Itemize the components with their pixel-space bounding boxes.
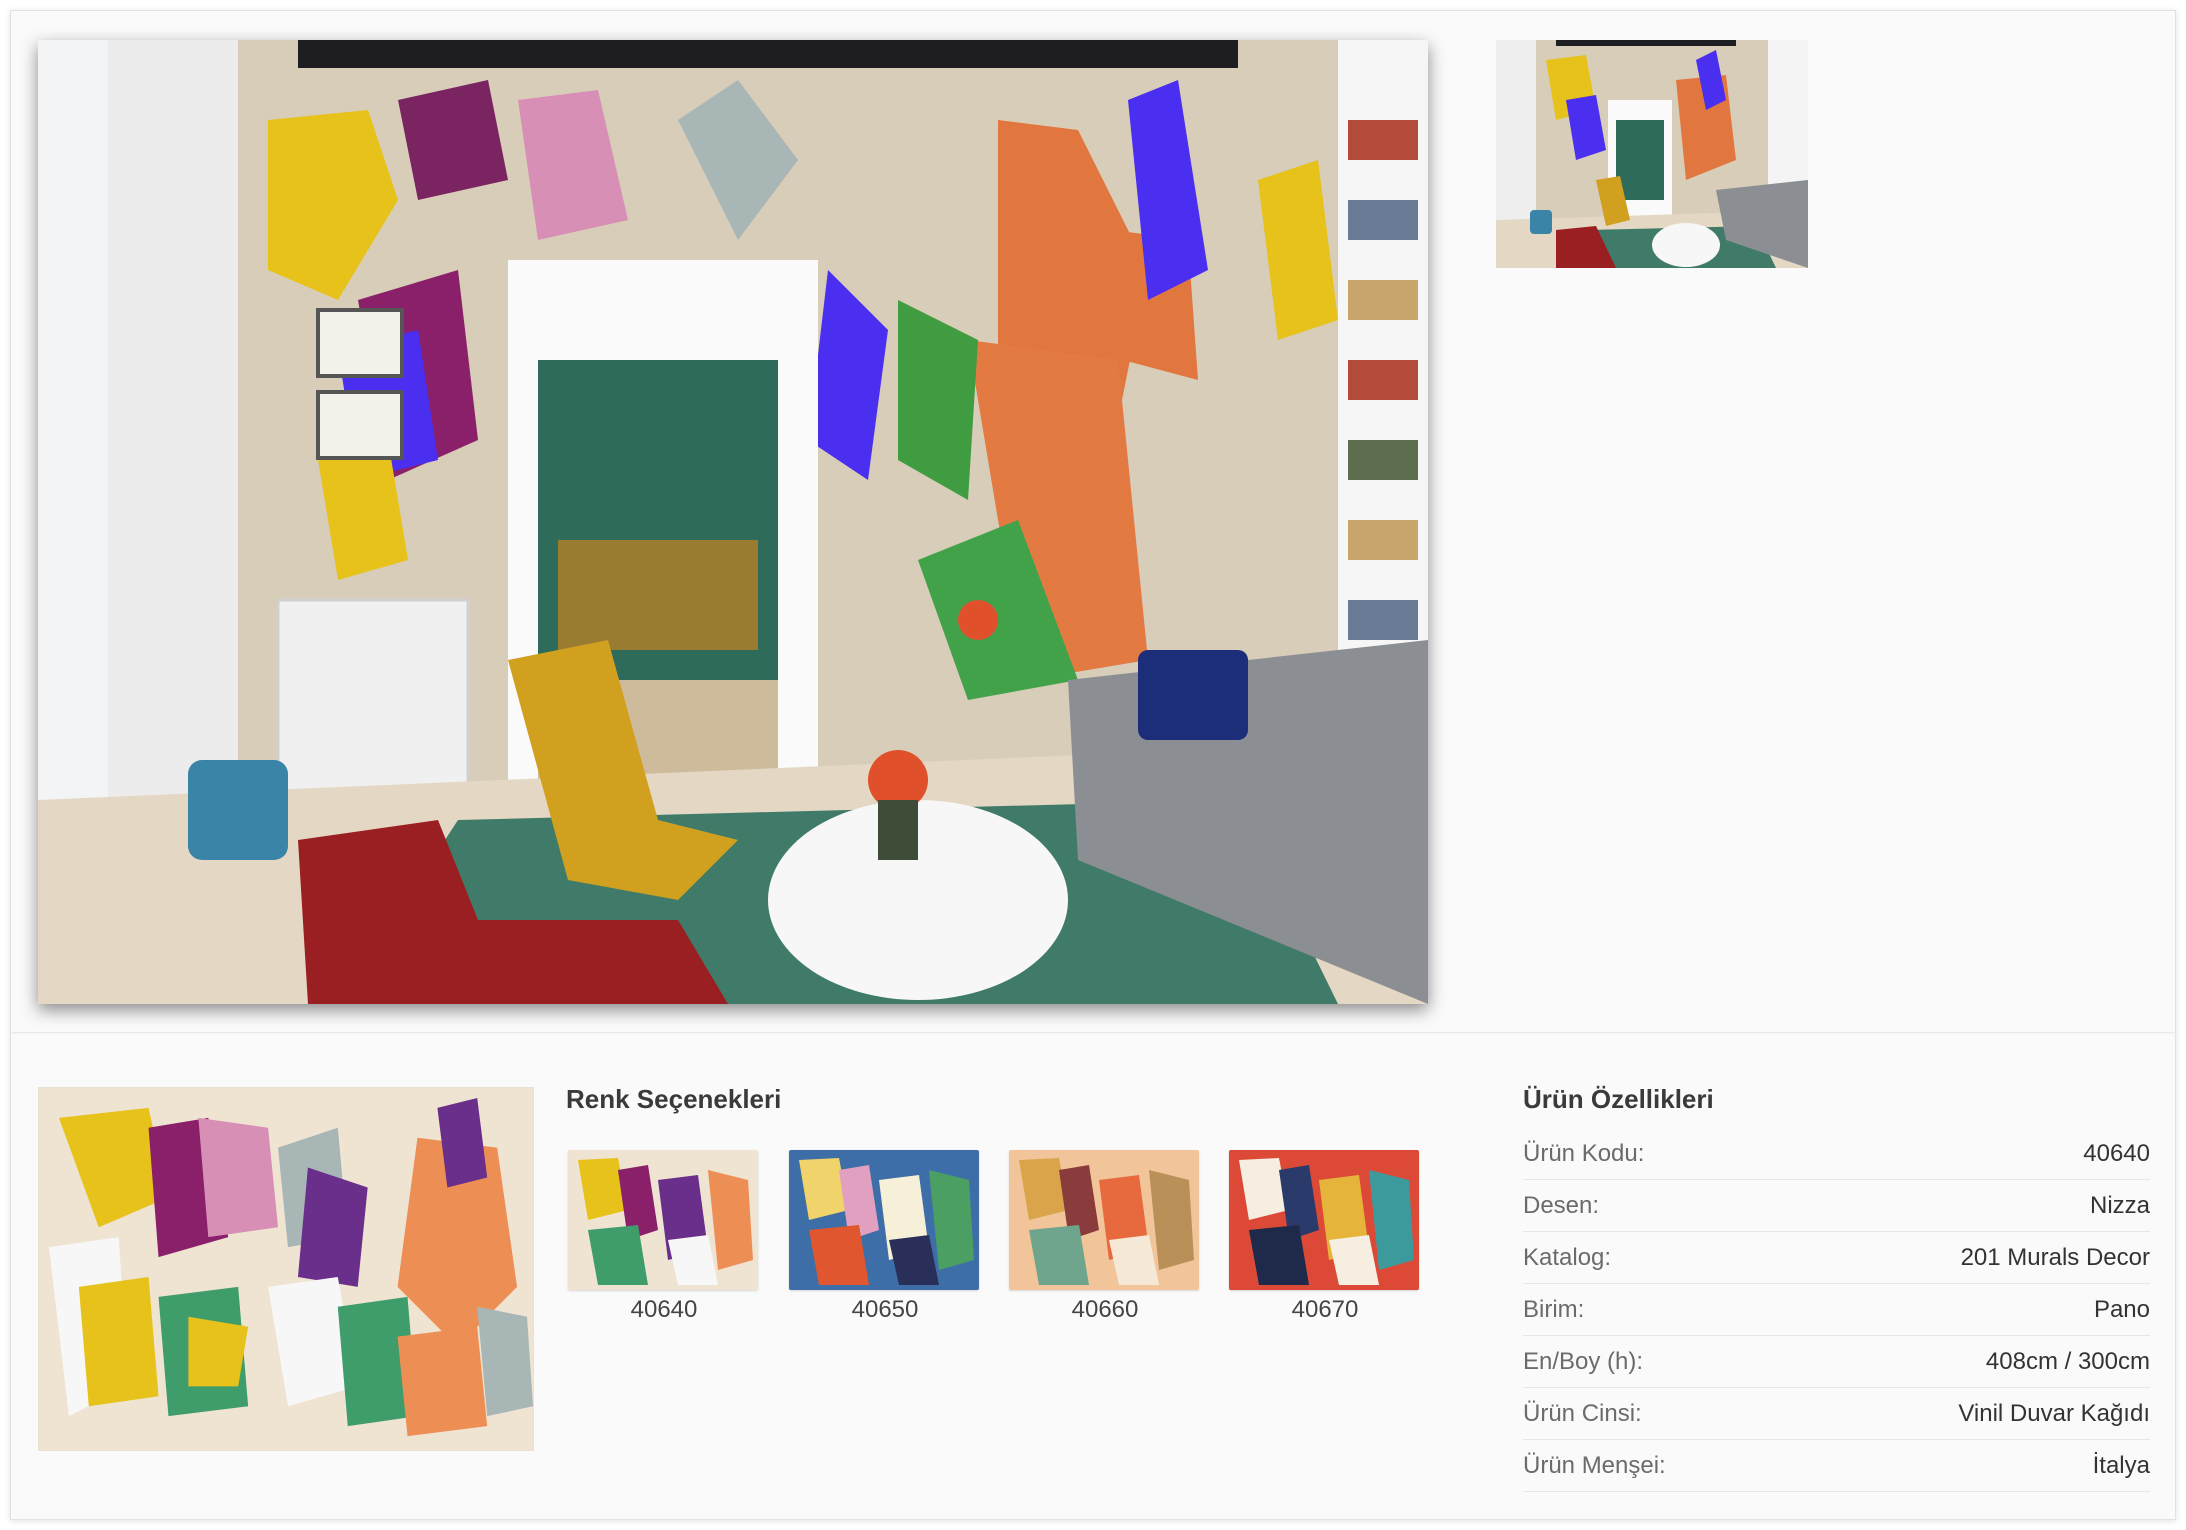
spec-label: Katalog: <box>1523 1243 1612 1271</box>
spec-value: Pano <box>2093 1295 2150 1323</box>
spec-value: 40640 <box>2083 1139 2150 1167</box>
spec-value: Nizza <box>2089 1191 2150 1219</box>
spec-label: Desen: <box>1523 1191 1600 1219</box>
room-interior-photo <box>38 40 1428 1004</box>
color-swatch-40660[interactable]: 40660 <box>1009 1150 1201 1324</box>
spec-row-pattern: Desen: Nizza <box>1523 1180 2150 1232</box>
swatch-image <box>568 1150 758 1290</box>
spec-label: Ürün Kodu: <box>1523 1139 1645 1167</box>
swatch-code: 40670 <box>1291 1296 1359 1323</box>
swatch-code: 40640 <box>630 1296 698 1323</box>
room-interior-thumbnail <box>1496 40 1808 268</box>
spec-row-dimensions: En/Boy (h): 408cm / 300cm <box>1523 1336 2150 1388</box>
section-divider <box>10 1032 2176 1033</box>
color-swatch-40650[interactable]: 40650 <box>789 1150 981 1324</box>
spec-label: Ürün Menşei: <box>1523 1451 1666 1479</box>
color-swatch-40640[interactable]: 40640 <box>568 1150 760 1324</box>
spec-row-product-type: Ürün Cinsi: Vinil Duvar Kağıdı <box>1523 1388 2150 1440</box>
spec-row-catalog: Katalog: 201 Murals Decor <box>1523 1232 2150 1284</box>
product-specs-title: Ürün Özellikleri <box>1523 1084 1714 1114</box>
swatch-image <box>1009 1150 1199 1290</box>
spec-row-origin: Ürün Menşei: İtalya <box>1523 1440 2150 1492</box>
spec-row-unit: Birim: Pano <box>1523 1284 2150 1336</box>
gallery-thumbnail[interactable] <box>1496 40 1808 268</box>
main-product-photo[interactable] <box>38 40 1428 1004</box>
spec-value: İtalya <box>2092 1451 2150 1479</box>
pattern-preview-image <box>38 1087 534 1451</box>
color-options-title: Renk Seçenekleri <box>566 1084 782 1114</box>
spec-row-product-code: Ürün Kodu: 40640 <box>1523 1128 2150 1180</box>
product-specs-table: Ürün Kodu: 40640 Desen: Nizza Katalog: 2… <box>1523 1128 2150 1492</box>
spec-label: Ürün Cinsi: <box>1523 1399 1642 1427</box>
spec-label: En/Boy (h): <box>1523 1347 1644 1375</box>
spec-label: Birim: <box>1523 1295 1585 1323</box>
nizza-pattern-artwork <box>39 1088 533 1450</box>
swatch-image <box>789 1150 979 1290</box>
swatch-image <box>1229 1150 1419 1290</box>
spec-value: 201 Murals Decor <box>1960 1243 2150 1271</box>
spec-value: 408cm / 300cm <box>1985 1347 2150 1375</box>
spec-value: Vinil Duvar Kağıdı <box>1958 1399 2150 1427</box>
swatch-code: 40650 <box>851 1296 919 1323</box>
color-swatch-40670[interactable]: 40670 <box>1229 1150 1421 1324</box>
swatch-code: 40660 <box>1071 1296 1139 1323</box>
